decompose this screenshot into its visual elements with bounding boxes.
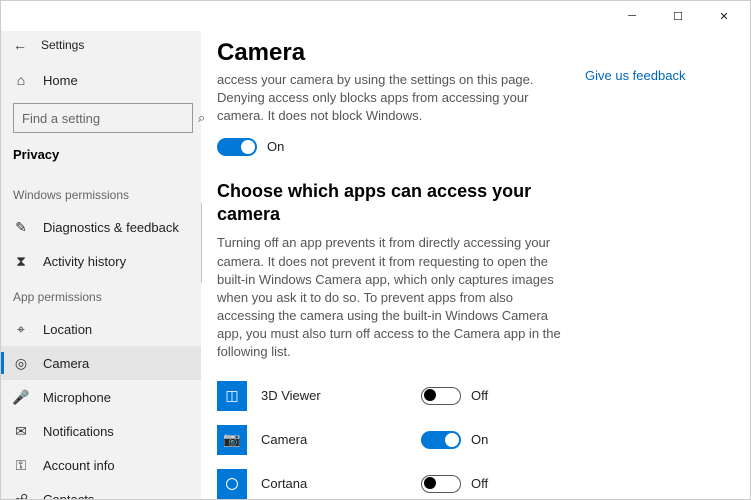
sidebar-item-label: Notifications — [43, 424, 114, 439]
acct-icon: ⚿ — [13, 457, 29, 474]
home-nav[interactable]: ⌂ Home — [13, 65, 193, 95]
page-title: Camera — [217, 39, 561, 67]
sidebar-item-location[interactable]: ⌖ Location — [1, 312, 201, 346]
app-name: 3D Viewer — [261, 388, 421, 403]
home-label: Home — [43, 73, 78, 88]
sidebar-group-header: Windows permissions — [1, 176, 201, 210]
app-icon: ◫ — [217, 381, 247, 411]
notif-icon: ✉ — [13, 423, 29, 440]
back-button[interactable]: ← — [13, 37, 27, 53]
window-title: Settings — [41, 38, 84, 52]
app-row: ◫ 3D Viewer Off — [217, 374, 561, 418]
cont-icon: ☍ — [13, 491, 29, 500]
app-toggle-label: Off — [471, 476, 488, 491]
app-icon: 📷 — [217, 425, 247, 455]
sidebar-item-label: Camera — [43, 356, 89, 371]
sidebar-item-account-info[interactable]: ⚿ Account info — [1, 448, 201, 482]
apps-description: Turning off an app prevents it from dire… — [217, 234, 561, 361]
app-toggle-label: Off — [471, 388, 488, 403]
sidebar-item-activity-history[interactable]: ⧗ Activity history — [1, 244, 201, 278]
app-name: Cortana — [261, 476, 421, 491]
app-name: Camera — [261, 432, 421, 447]
sidebar-group-header: App permissions — [1, 278, 201, 312]
minimize-button[interactable]: ─ — [610, 2, 654, 30]
main-content: Camera access your camera by using the s… — [201, 31, 561, 499]
loc-icon: ⌖ — [13, 321, 29, 338]
sidebar-item-microphone[interactable]: 🎤 Microphone — [1, 380, 201, 414]
apps-heading: Choose which apps can access your camera — [217, 180, 561, 227]
search-input-container[interactable]: ⌕ — [13, 103, 193, 133]
sidebar-item-label: Microphone — [43, 390, 111, 405]
mic-icon: 🎤 — [13, 389, 29, 406]
maximize-button[interactable]: ☐ — [656, 2, 700, 30]
app-toggle-label: On — [471, 432, 488, 447]
sidebar-item-label: Location — [43, 322, 92, 337]
app-toggle[interactable] — [421, 475, 461, 493]
app-icon — [217, 469, 247, 499]
current-section-label: Privacy — [1, 147, 201, 176]
sidebar-item-label: Contacts — [43, 492, 94, 500]
search-input[interactable] — [22, 111, 198, 126]
page-intro: access your camera by using the settings… — [217, 71, 561, 126]
sidebar-item-camera[interactable]: ◎ Camera — [1, 346, 201, 380]
diag-icon: ✎ — [13, 219, 29, 236]
app-toggle[interactable] — [421, 387, 461, 405]
camera-access-toggle[interactable] — [217, 138, 257, 156]
hist-icon: ⧗ — [13, 253, 29, 270]
app-row: Cortana Off — [217, 462, 561, 499]
sidebar-item-label: Diagnostics & feedback — [43, 220, 179, 235]
sidebar: ← Settings ⌂ Home ⌕ Privacy Windows perm… — [1, 31, 201, 499]
app-toggle[interactable] — [421, 431, 461, 449]
sidebar-item-diagnostics-feedback[interactable]: ✎ Diagnostics & feedback — [1, 210, 201, 244]
camera-access-toggle-label: On — [267, 139, 284, 154]
app-row: 📷 Camera On — [217, 418, 561, 462]
sidebar-item-label: Account info — [43, 458, 115, 473]
sidebar-item-contacts[interactable]: ☍ Contacts — [1, 482, 201, 499]
window-titlebar: ─ ☐ ✕ — [1, 1, 750, 31]
cam-icon: ◎ — [13, 355, 29, 372]
feedback-link[interactable]: Give us feedback — [585, 68, 685, 83]
home-icon: ⌂ — [13, 72, 29, 88]
sidebar-item-notifications[interactable]: ✉ Notifications — [1, 414, 201, 448]
sidebar-item-label: Activity history — [43, 254, 126, 269]
close-button[interactable]: ✕ — [702, 2, 746, 30]
